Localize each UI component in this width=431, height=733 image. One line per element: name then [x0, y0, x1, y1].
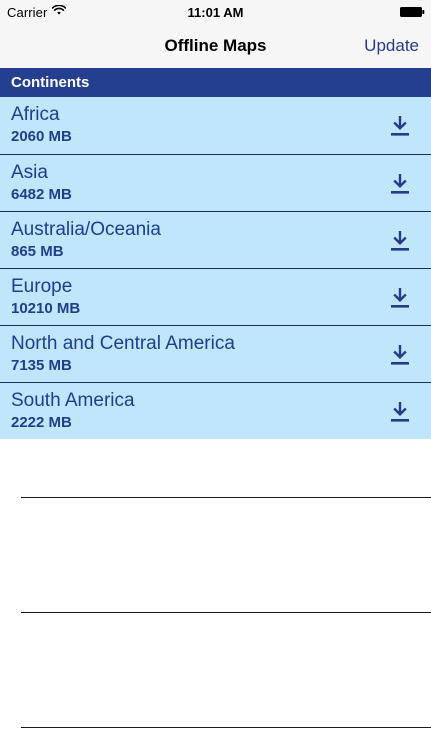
- status-time: 11:01 AM: [187, 5, 244, 20]
- continent-map-list: Africa 2060 MB Asia 6482 MB Australia/Oc…: [0, 97, 431, 439]
- download-icon[interactable]: [390, 344, 410, 366]
- row-separator: [21, 497, 431, 498]
- download-size: 6482 MB: [11, 186, 72, 203]
- continent-name: Africa: [11, 104, 60, 125]
- continents-section-header: Continents: [0, 68, 431, 97]
- map-row-asia[interactable]: Asia 6482 MB: [0, 154, 431, 211]
- row-separator: [21, 612, 431, 613]
- download-size: 2222 MB: [11, 414, 72, 431]
- download-icon[interactable]: [390, 287, 410, 309]
- status-bar: Carrier 11:01 AM: [0, 0, 431, 24]
- navigation-bar: Offline Maps Update: [0, 24, 431, 69]
- download-icon[interactable]: [390, 401, 410, 423]
- download-icon[interactable]: [390, 173, 410, 195]
- download-size: 10210 MB: [11, 300, 81, 317]
- map-row-north-central-america[interactable]: North and Central America 7135 MB: [0, 325, 431, 382]
- continent-name: Asia: [11, 162, 48, 183]
- continent-name: North and Central America: [11, 333, 235, 354]
- continent-name: Europe: [11, 276, 73, 297]
- download-icon[interactable]: [390, 115, 410, 137]
- map-row-south-america[interactable]: South America 2222 MB: [0, 382, 431, 439]
- row-separator: [21, 727, 431, 728]
- map-row-australia-oceania[interactable]: Australia/Oceania 865 MB: [0, 211, 431, 268]
- download-size: 7135 MB: [11, 357, 72, 374]
- map-row-africa[interactable]: Africa 2060 MB: [0, 97, 431, 154]
- download-size: 865 MB: [11, 243, 64, 260]
- map-row-europe[interactable]: Europe 10210 MB: [0, 268, 431, 325]
- download-size: 2060 MB: [11, 128, 72, 145]
- update-button[interactable]: Update: [364, 36, 419, 56]
- empty-list-area: [0, 441, 431, 733]
- continent-name: Australia/Oceania: [11, 219, 161, 240]
- offline-maps-screen: Carrier 11:01 AM Offline Maps Update Con…: [0, 0, 431, 733]
- battery-icon: [400, 7, 425, 17]
- download-icon[interactable]: [390, 230, 410, 252]
- continent-name: South America: [11, 390, 135, 411]
